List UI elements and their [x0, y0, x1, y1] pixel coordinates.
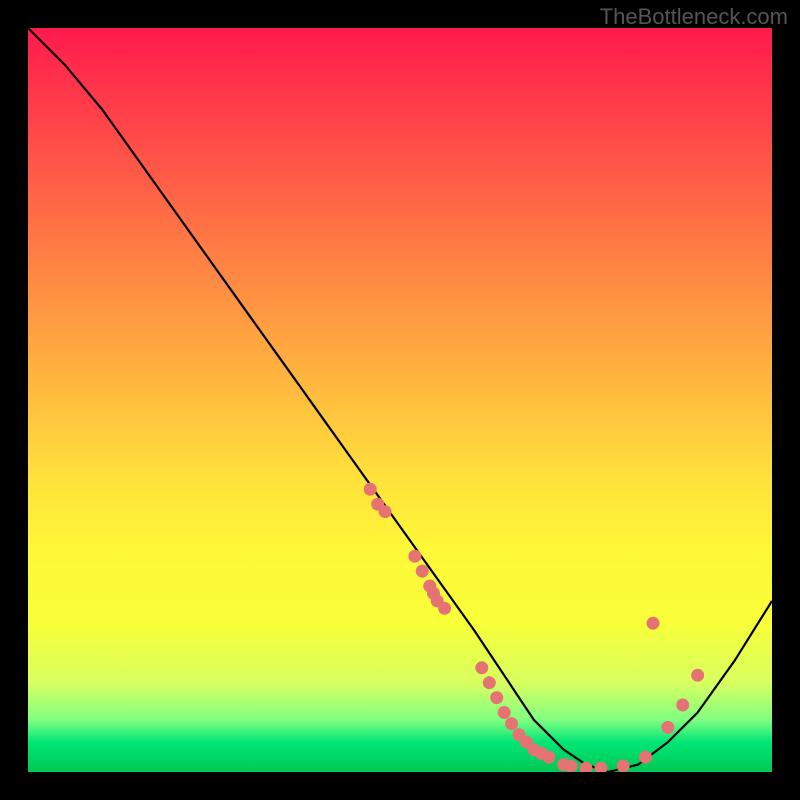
- scatter-point: [639, 751, 652, 764]
- chart-curve-line: [28, 28, 772, 772]
- scatter-point: [676, 699, 689, 712]
- scatter-point: [565, 760, 578, 773]
- scatter-point: [408, 550, 421, 563]
- scatter-point: [490, 691, 503, 704]
- scatter-point: [475, 661, 488, 674]
- scatter-point: [483, 676, 496, 689]
- scatter-point: [617, 760, 630, 773]
- scatter-point: [505, 717, 518, 730]
- scatter-point: [691, 669, 704, 682]
- scatter-point: [364, 483, 377, 496]
- scatter-point: [580, 762, 593, 772]
- chart-plot-area: [28, 28, 772, 772]
- watermark-text: TheBottleneck.com: [600, 4, 788, 30]
- chart-svg: [28, 28, 772, 772]
- scatter-point: [542, 751, 555, 764]
- scatter-point: [379, 505, 392, 518]
- chart-scatter-points: [364, 483, 704, 772]
- scatter-point: [438, 602, 451, 615]
- scatter-point: [498, 706, 511, 719]
- scatter-point: [647, 617, 660, 630]
- scatter-point: [661, 721, 674, 734]
- scatter-point: [416, 565, 429, 578]
- scatter-point: [594, 762, 607, 772]
